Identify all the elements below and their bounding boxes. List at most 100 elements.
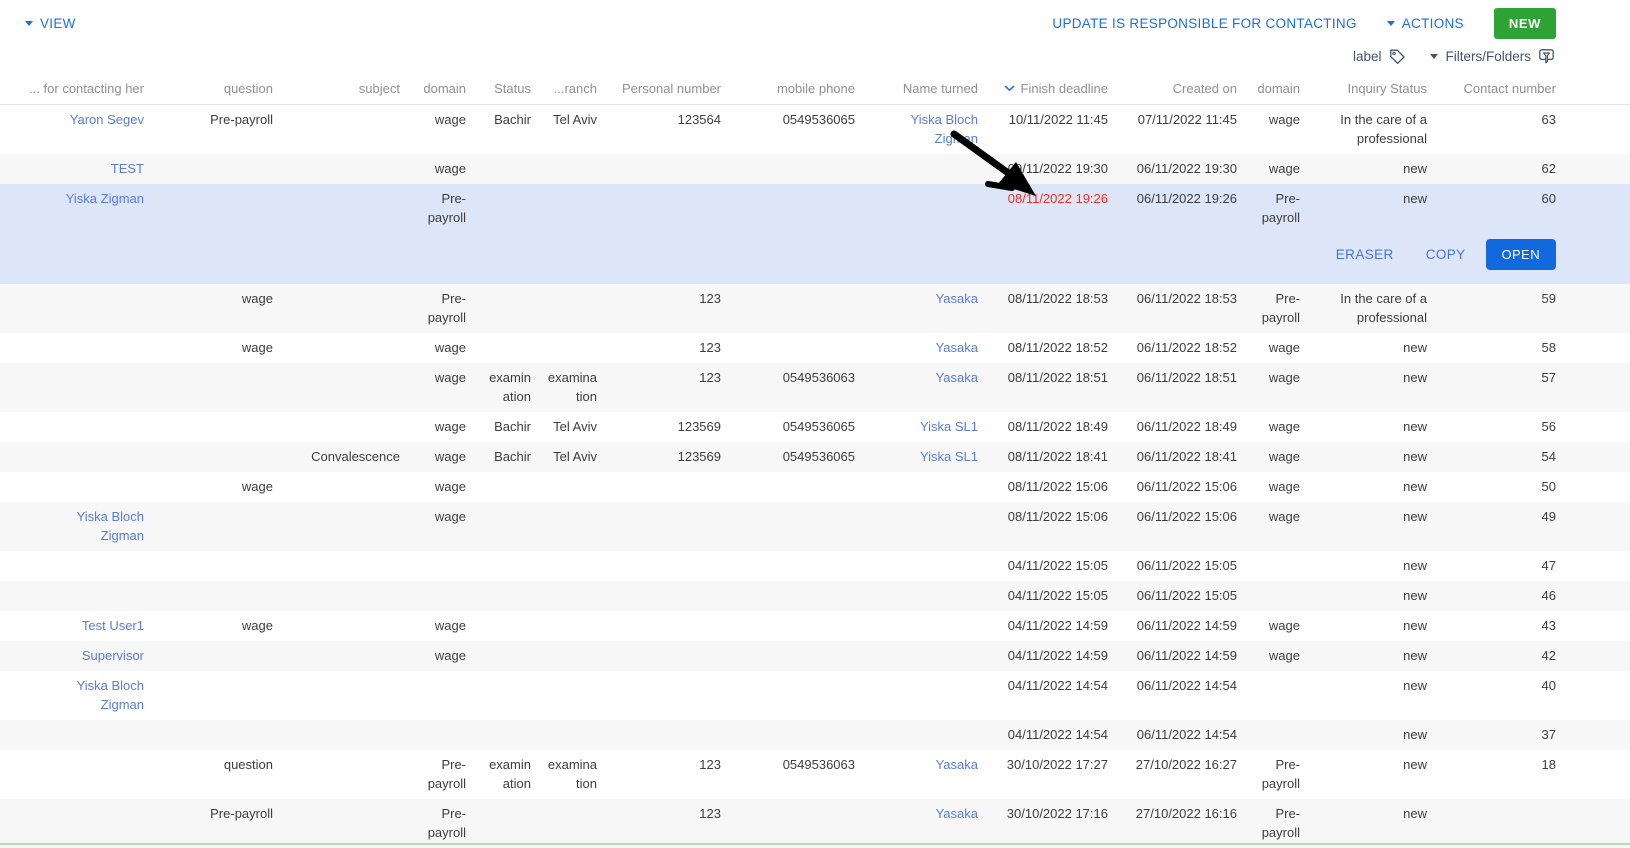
cell-deadline: 08/11/2022 18:53 — [986, 284, 1116, 333]
table-row[interactable]: 04/11/2022 14:54 06/11/2022 14:54 new 37 — [0, 720, 1630, 750]
cell-contacting: Yiska Zigman — [0, 184, 152, 233]
table-row[interactable]: Yiska Bloch Zigman 04/11/2022 14:54 06/11/… — [0, 671, 1630, 720]
cell-link-name[interactable]: Yasaka — [936, 806, 978, 821]
column-header-contacting[interactable]: ... for contacting her — [0, 74, 152, 104]
label-button[interactable]: label — [1353, 48, 1407, 65]
cell-link-contacting[interactable]: Yiska Bloch Zigman — [77, 509, 144, 543]
open-button[interactable]: OPEN — [1485, 239, 1556, 270]
filters-folders-text: Filters/Folders — [1445, 48, 1531, 64]
cell-link-name[interactable]: Yasaka — [936, 340, 978, 355]
cell-link-contacting[interactable]: Yiska Zigman — [66, 191, 144, 206]
cell-inquiry: new — [1308, 671, 1435, 720]
cell-name — [863, 472, 986, 502]
cell-deadline: 08/11/2022 18:49 — [986, 412, 1116, 442]
cell-link-contacting[interactable]: Yiska Bloch Zigman — [77, 678, 144, 712]
cell-link-contacting[interactable]: Yaron Segev — [70, 112, 144, 127]
chevron-down-icon — [1430, 53, 1439, 59]
column-header-subject[interactable]: subject — [281, 74, 408, 104]
cell-text: 30/10/2022 17:27 — [1006, 757, 1108, 772]
table-row[interactable]: TEST wage 09/11/2022 19:30 06/11/2022 19:30… — [0, 154, 1630, 184]
cell-contacting — [0, 581, 152, 611]
cell-text: 62 — [1541, 161, 1556, 176]
column-header-inquiry[interactable]: Inquiry Status — [1308, 74, 1435, 104]
cell-text: wage — [1268, 340, 1300, 355]
column-header-personal[interactable]: Personal number — [605, 74, 729, 104]
cell-contact: 42 — [1435, 641, 1630, 671]
cell-link-name[interactable]: Yasaka — [936, 370, 978, 385]
table-row[interactable]: Test User1 wage wage 04/11/2022 14:59 06/11/… — [0, 611, 1630, 641]
column-header-domain[interactable]: domain — [408, 74, 474, 104]
cell-text: question — [223, 757, 273, 772]
view-button[interactable]: VIEW — [25, 16, 76, 31]
cell-subject — [281, 363, 408, 412]
cell-mobile: 0549536065 — [729, 105, 863, 154]
cell-text: Tel Aviv — [553, 112, 597, 127]
column-header-name[interactable]: Name turned — [863, 74, 986, 104]
actions-button[interactable]: ACTIONS — [1386, 16, 1464, 31]
table-row[interactable]: wage wage 123 Yasaka 08/11/2022 18:52 06/11/2… — [0, 333, 1630, 363]
column-header-question[interactable]: question — [152, 74, 281, 104]
cell-contacting — [0, 363, 152, 412]
table-row[interactable]: Convalescence wage Bachir Tel Aviv 123569 054… — [0, 442, 1630, 472]
table-row[interactable]: Yiska Zigman Pre-payroll 08/11/2022 19:26 0… — [0, 184, 1630, 233]
cell-text: wage — [1268, 479, 1300, 494]
table-row[interactable]: wage Bachir Tel Aviv 123569 0549536065 Yiska … — [0, 412, 1630, 442]
cell-link-contacting[interactable]: Test User1 — [82, 618, 144, 633]
table-row[interactable]: wage examination examination 123 0549536063 Y… — [0, 363, 1630, 412]
table-row[interactable]: Yiska Bloch Zigman wage 08/11/2022 15:06 06… — [0, 502, 1630, 551]
cell-link-name[interactable]: Yiska Bloch Zigman — [911, 112, 978, 146]
cell-personal — [605, 611, 729, 641]
cell-text: wage — [1268, 449, 1300, 464]
cell-question — [152, 442, 281, 472]
cell-text: examination — [547, 370, 597, 404]
cell-link-name[interactable]: Yiska SL1 — [920, 449, 978, 464]
table-body: Yaron Segev Pre-payroll wage Bachir Tel Aviv… — [0, 105, 1630, 848]
column-header-status[interactable]: Status — [474, 74, 539, 104]
cell-domain2: Pre-payroll — [1245, 799, 1308, 848]
eraser-button[interactable]: ERASER — [1336, 247, 1394, 262]
cell-domain: wage — [408, 641, 474, 671]
table-row[interactable]: wage Pre-payroll 123 Yasaka 08/11/2022 18:53… — [0, 284, 1630, 333]
cell-contact: 40 — [1435, 671, 1630, 720]
table-row[interactable]: Pre-payroll Pre-payroll 123 Yasaka 30/10/202… — [0, 799, 1630, 848]
cell-text: examination — [489, 370, 531, 404]
column-header-mobile[interactable]: mobile phone — [729, 74, 863, 104]
cell-deadline: 08/11/2022 19:26 — [986, 184, 1116, 233]
cell-link-name[interactable]: Yasaka — [936, 757, 978, 772]
column-header-contact[interactable]: Contact number — [1435, 74, 1630, 104]
cell-link-name[interactable]: Yiska SL1 — [920, 419, 978, 434]
cell-text: 63 — [1541, 112, 1556, 127]
cell-text: 08/11/2022 15:06 — [1007, 509, 1108, 524]
cell-domain — [408, 720, 474, 750]
cell-contact: 59 — [1435, 284, 1630, 333]
cell-link-contacting[interactable]: Supervisor — [82, 648, 144, 663]
new-button[interactable]: NEW — [1493, 8, 1556, 39]
table-row[interactable]: wage wage 08/11/2022 15:06 06/11/2022 15:06… — [0, 472, 1630, 502]
cell-contact: 49 — [1435, 502, 1630, 551]
filters-folders-button[interactable]: Filters/Folders — [1430, 48, 1556, 65]
cell-subject — [281, 105, 408, 154]
table-row[interactable]: 04/11/2022 15:05 06/11/2022 15:05 new 47 — [0, 551, 1630, 581]
copy-button[interactable]: COPY — [1426, 247, 1466, 262]
cell-link-contacting[interactable]: TEST — [111, 161, 144, 176]
cell-subject — [281, 284, 408, 333]
cell-text: Bachir — [494, 419, 531, 434]
table-row[interactable]: question Pre-payroll examination examinatio… — [0, 750, 1630, 799]
cell-text: 60 — [1541, 191, 1556, 206]
table-row[interactable]: Yaron Segev Pre-payroll wage Bachir Tel Aviv… — [0, 105, 1630, 154]
update-responsible-link[interactable]: UPDATE IS RESPONSIBLE FOR CONTACTING — [1052, 16, 1356, 31]
table-row[interactable]: 04/11/2022 15:05 06/11/2022 15:05 new 46 — [0, 581, 1630, 611]
table-row[interactable]: Supervisor wage 04/11/2022 14:59 06/11/2022… — [0, 641, 1630, 671]
cell-status — [474, 333, 539, 363]
cell-link-name[interactable]: Yasaka — [936, 291, 978, 306]
column-header-created[interactable]: Created on — [1116, 74, 1245, 104]
cell-text: Pre-payroll — [1261, 191, 1300, 225]
column-header-deadline[interactable]: Finish deadline — [986, 74, 1116, 104]
cell-question — [152, 720, 281, 750]
column-header-branch[interactable]: ...ranch — [539, 74, 605, 104]
folder-filter-icon — [1539, 48, 1554, 63]
cell-personal — [605, 502, 729, 551]
cell-status — [474, 154, 539, 184]
cell-text: new — [1403, 727, 1427, 742]
column-header-domain2[interactable]: domain — [1245, 74, 1308, 104]
